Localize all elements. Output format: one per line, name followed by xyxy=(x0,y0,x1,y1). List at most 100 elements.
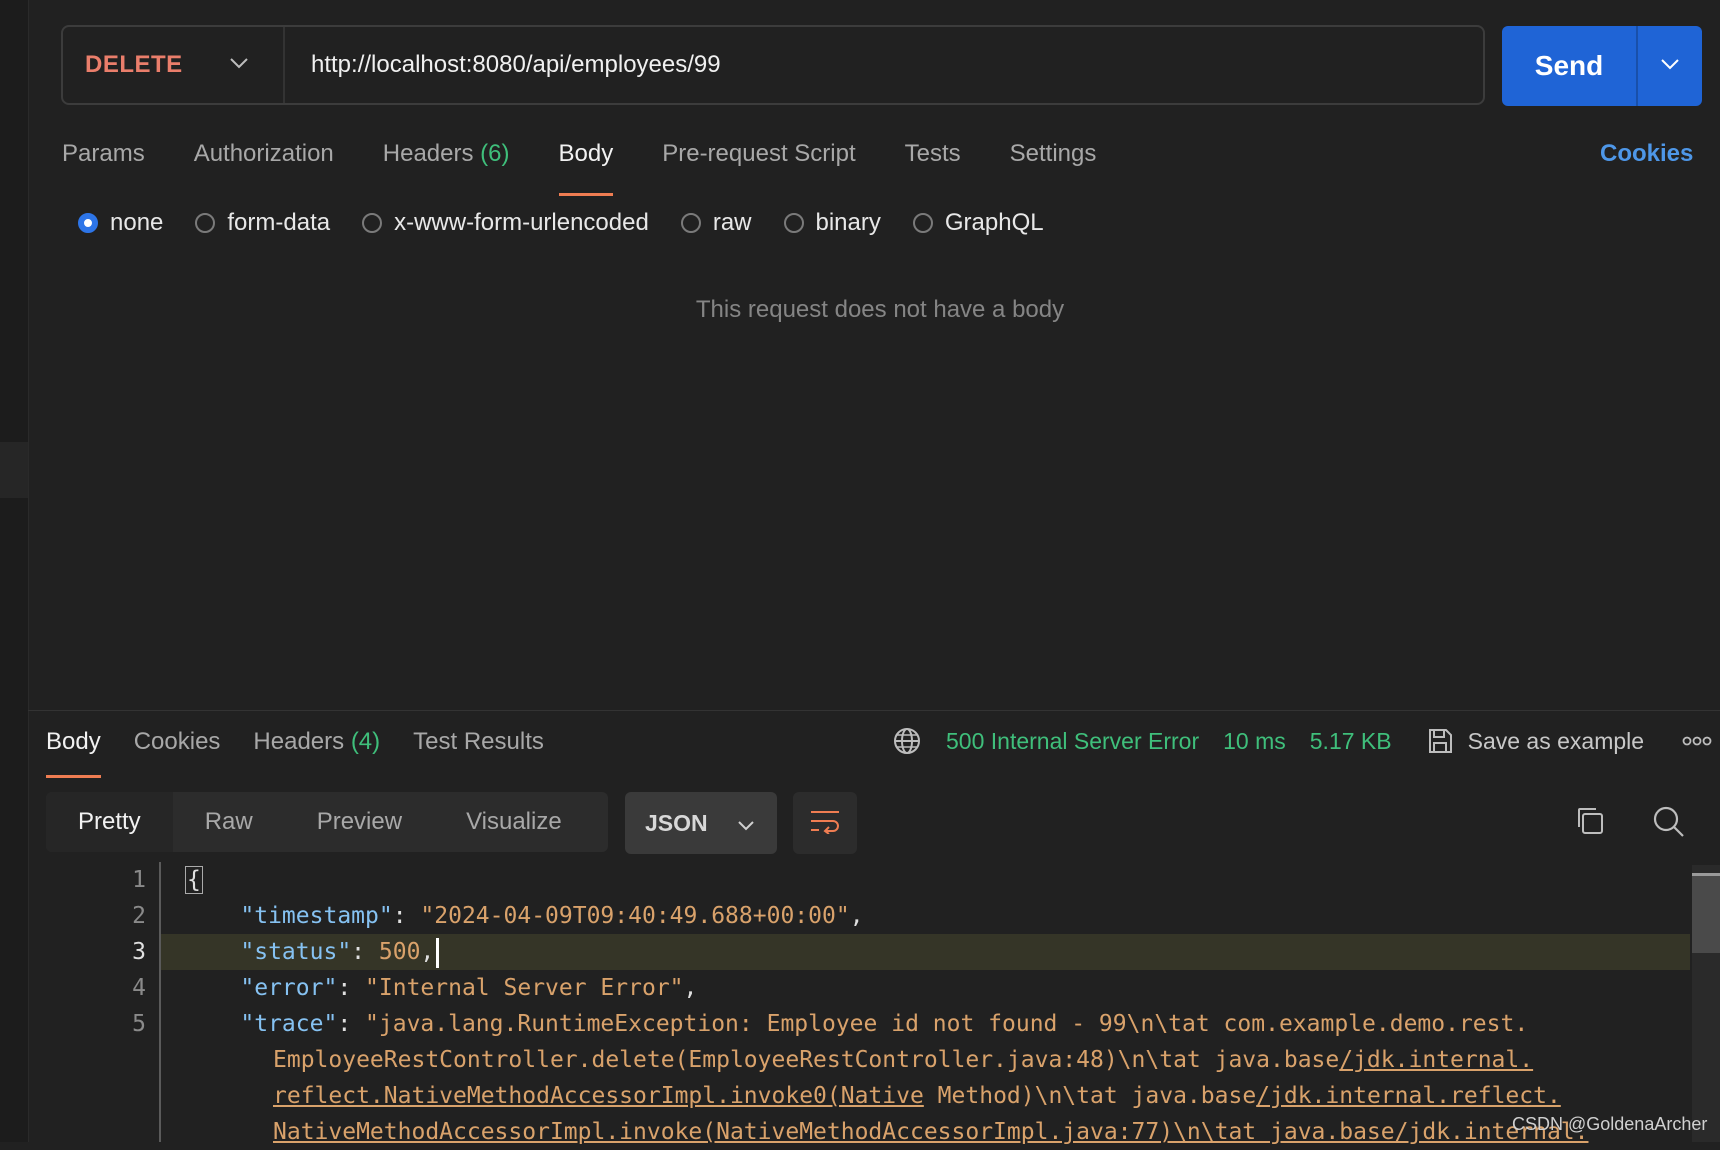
response-status[interactable]: 500 Internal Server Error xyxy=(946,728,1199,755)
radio-dot xyxy=(195,213,216,233)
method-select[interactable]: DELETE xyxy=(63,27,285,103)
url-input[interactable]: http://localhost:8080/api/employees/99 xyxy=(285,51,721,79)
json-value: Method)\n\tat java.base xyxy=(923,1083,1257,1109)
response-body-editor[interactable]: 1 2 3 4 5 { "timestamp": "2024-04-09T09:… xyxy=(28,862,1720,1145)
format-select[interactable]: JSON xyxy=(625,792,777,854)
json-value: "Internal Server Error" xyxy=(365,975,684,1001)
code-line: "timestamp": "2024-04-09T09:40:49.688+00… xyxy=(240,903,864,929)
trace-link[interactable]: NativeMethodAccessorImpl.invoke(NativeMe… xyxy=(273,1119,1588,1145)
response-meta: 500 Internal Server Error 10 ms 5.17 KB … xyxy=(892,726,1644,756)
radio-label: x-www-form-urlencoded xyxy=(394,209,649,236)
response-tab-cookies[interactable]: Cookies xyxy=(134,728,221,756)
copy-icon[interactable] xyxy=(1574,805,1606,842)
line-number: 5 xyxy=(132,1011,146,1037)
send-button[interactable]: Send xyxy=(1502,26,1636,106)
response-time[interactable]: 10 ms xyxy=(1223,728,1286,755)
tab-label: Settings xyxy=(1009,140,1097,167)
empty-body-message: This request does not have a body xyxy=(695,296,1065,323)
chevron-down-icon xyxy=(737,810,755,837)
radio-dot xyxy=(680,213,701,233)
cookies-link[interactable]: Cookies xyxy=(1600,140,1693,168)
code-line: "error": "Internal Server Error", xyxy=(240,975,698,1001)
json-key: "status" xyxy=(240,939,352,965)
send-button-group: Send xyxy=(1502,26,1702,106)
globe-icon[interactable] xyxy=(892,726,922,756)
wrap-lines-button[interactable] xyxy=(793,792,857,854)
tab-tests[interactable]: Tests xyxy=(905,132,961,182)
json-value: 500 xyxy=(378,939,421,965)
left-sidebar-rail xyxy=(0,0,29,1142)
request-tabs: Params Authorization Headers (6) Body Pr… xyxy=(62,132,1145,196)
save-as-example-label: Save as example xyxy=(1467,727,1645,754)
text-cursor xyxy=(436,937,440,968)
code-line-wrapped: NativeMethodAccessorImpl.invoke(NativeMe… xyxy=(161,1114,1690,1150)
body-type-radios: none form-data x-www-form-urlencoded raw… xyxy=(78,209,1076,237)
method-label: DELETE xyxy=(85,51,183,78)
trace-link[interactable]: /jdk.internal. xyxy=(1339,1047,1533,1073)
radio-dot xyxy=(362,213,383,233)
view-preview[interactable]: Preview xyxy=(285,792,434,852)
json-key: "trace" xyxy=(240,1011,338,1037)
radio-label: GraphQL xyxy=(944,209,1044,236)
radio-graphql[interactable]: GraphQL xyxy=(912,209,1044,237)
response-tab-body[interactable]: Body xyxy=(46,728,101,778)
json-value: EmployeeRestController.delete(EmployeeRe… xyxy=(273,1047,1340,1073)
line-number: 4 xyxy=(132,975,146,1001)
save-icon xyxy=(1426,727,1454,755)
tab-headers[interactable]: Headers (6) xyxy=(383,132,510,182)
vertical-scrollbar[interactable] xyxy=(1692,865,1720,1142)
tab-label: Authorization xyxy=(193,140,334,167)
radio-binary[interactable]: binary xyxy=(783,209,881,237)
tab-params[interactable]: Params xyxy=(62,132,145,182)
trace-link[interactable]: /jdk.internal.reflect. xyxy=(1256,1083,1561,1109)
radio-x-www-form-urlencoded[interactable]: x-www-form-urlencoded xyxy=(362,209,649,237)
tab-label: Params xyxy=(62,140,145,167)
line-number: 1 xyxy=(132,867,146,893)
code-line: { xyxy=(161,862,1690,898)
more-options-icon[interactable] xyxy=(1682,734,1712,752)
code-lines: { "timestamp": "2024-04-09T09:40:49.688+… xyxy=(161,862,1690,1150)
view-pretty[interactable]: Pretty xyxy=(46,792,173,852)
scrollbar-marker xyxy=(1692,873,1720,876)
radio-none[interactable]: none xyxy=(78,209,163,237)
wrap-lines-icon xyxy=(809,808,841,839)
open-brace: { xyxy=(185,866,203,894)
chevron-down-icon xyxy=(229,56,249,74)
send-options-button[interactable] xyxy=(1636,26,1702,106)
response-tab-headers[interactable]: Headers (4) xyxy=(253,728,380,756)
watermark: CSDN @GoldenaArcher xyxy=(1512,1114,1708,1134)
json-value: "java.lang.RuntimeException: Employee id… xyxy=(365,1011,1529,1037)
response-size[interactable]: 5.17 KB xyxy=(1310,728,1392,755)
search-icon[interactable] xyxy=(1652,805,1686,844)
tab-pre-request-script[interactable]: Pre-request Script xyxy=(662,132,855,182)
view-raw[interactable]: Raw xyxy=(173,792,285,852)
radio-dot xyxy=(912,213,933,233)
request-url-bar: DELETE http://localhost:8080/api/employe… xyxy=(61,25,1485,105)
code-line: "trace": "java.lang.RuntimeException: Em… xyxy=(240,1011,1529,1037)
radio-label: none xyxy=(110,209,164,236)
code-line-wrapped: reflect.NativeMethodAccessorImpl.invoke0… xyxy=(161,1078,1690,1114)
scrollbar-thumb[interactable] xyxy=(1692,873,1720,953)
tab-label: Headers xyxy=(253,728,345,755)
tab-body[interactable]: Body xyxy=(558,132,614,196)
tab-authorization[interactable]: Authorization xyxy=(194,132,334,182)
json-key: "timestamp" xyxy=(240,903,393,929)
view-visualize[interactable]: Visualize xyxy=(434,792,594,852)
radio-label: raw xyxy=(712,209,752,236)
panel-divider[interactable] xyxy=(28,710,1720,711)
response-tab-test-results[interactable]: Test Results xyxy=(413,728,544,756)
tab-label: Body xyxy=(558,140,614,167)
tab-settings[interactable]: Settings xyxy=(1010,132,1097,182)
json-value: "2024-04-09T09:40:49.688+00:00" xyxy=(420,903,850,929)
headers-count: (6) xyxy=(480,140,510,167)
trace-link[interactable]: reflect.NativeMethodAccessorImpl.invoke0… xyxy=(273,1083,924,1109)
save-as-example-button[interactable]: Save as example xyxy=(1426,727,1644,755)
line-number: 3 xyxy=(132,939,146,965)
chevron-down-icon xyxy=(1660,57,1680,75)
response-tabs: Body Cookies Headers (4) Test Results xyxy=(46,728,577,778)
radio-raw[interactable]: raw xyxy=(680,209,752,237)
sidebar-marker xyxy=(0,442,28,498)
radio-form-data[interactable]: form-data xyxy=(195,209,330,237)
radio-label: form-data xyxy=(227,209,331,236)
tab-label: Headers xyxy=(382,140,474,167)
